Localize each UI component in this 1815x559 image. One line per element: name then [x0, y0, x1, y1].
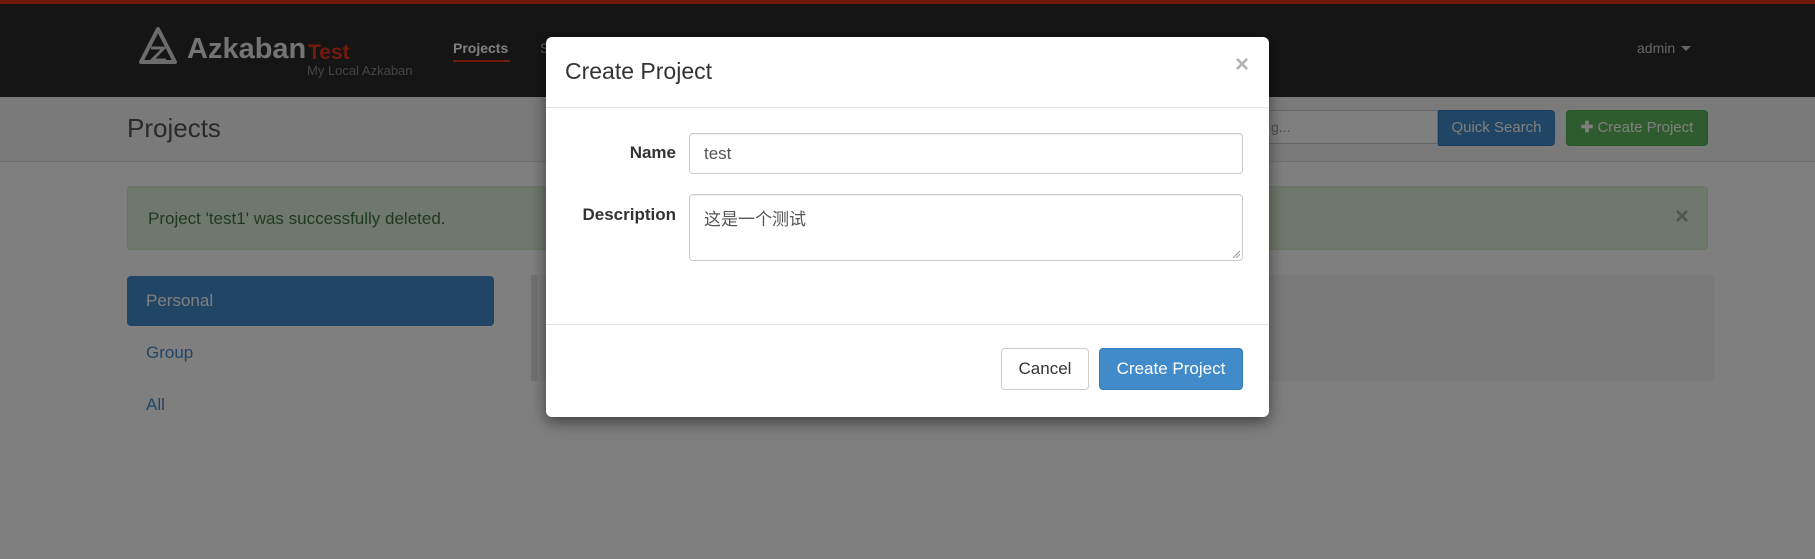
close-icon[interactable]: ×	[1235, 51, 1249, 79]
modal-title: Create Project	[565, 58, 713, 84]
name-label: Name	[629, 143, 676, 162]
create-project-dialog: Create Project × Name test Description 这…	[546, 37, 1269, 417]
description-field[interactable]: 这是一个测试	[689, 194, 1243, 261]
modal-header: Create Project ×	[546, 37, 1269, 108]
create-project-submit-button[interactable]: Create Project	[1099, 348, 1243, 390]
description-value: 这是一个测试	[704, 210, 806, 229]
name-field[interactable]: test	[689, 133, 1243, 174]
cancel-button[interactable]: Cancel	[1001, 348, 1089, 390]
description-label: Description	[582, 205, 676, 224]
resize-handle-icon[interactable]	[1232, 250, 1240, 258]
